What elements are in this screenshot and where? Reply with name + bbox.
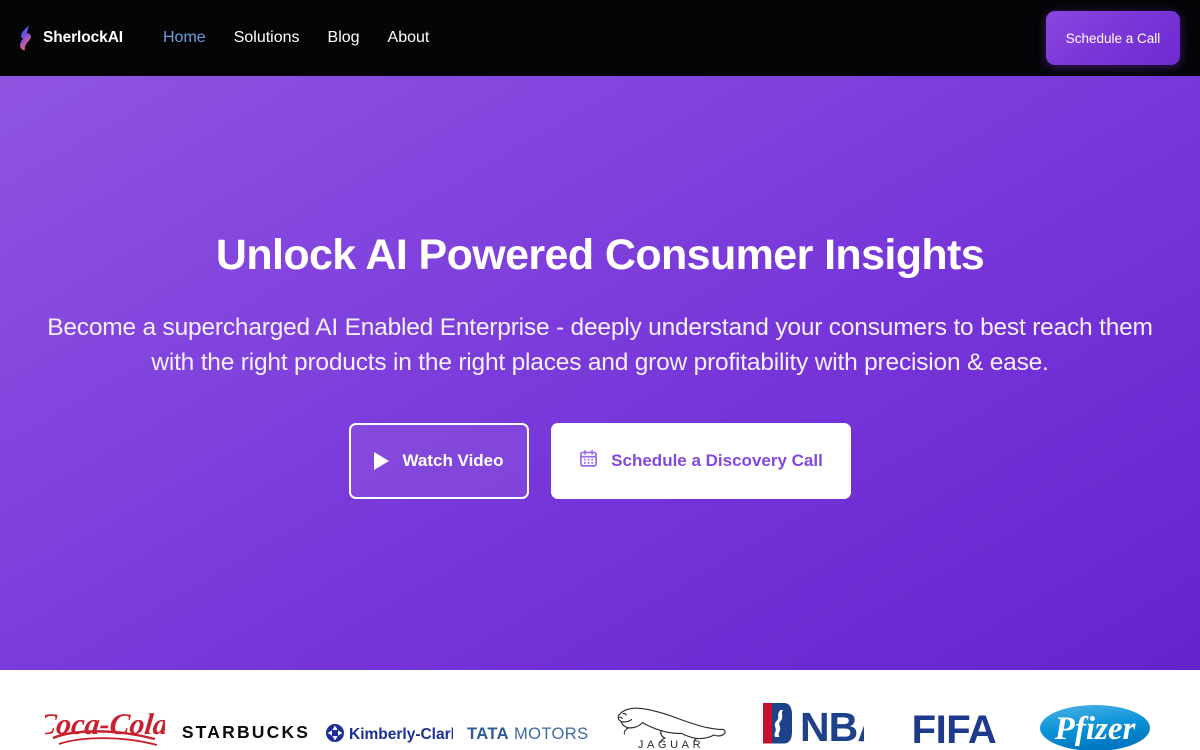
nav-item-blog[interactable]: Blog: [314, 23, 374, 53]
client-logo-tata-motors: TATA MOTORS: [459, 670, 601, 750]
kimberly-clark-logo-icon: Kimberly-Clark: [325, 724, 453, 743]
client-logo-starbucks: STARBUCKS: [176, 670, 318, 750]
brand-name-suffix: AI: [107, 29, 123, 46]
client-logo-pfizer: Pfizer: [1025, 670, 1167, 750]
watch-video-button[interactable]: Watch Video: [349, 423, 529, 500]
svg-text:STARBUCKS: STARBUCKS: [182, 722, 310, 742]
brand-name: SherlockAI: [43, 29, 123, 47]
brand-logo[interactable]: SherlockAI: [14, 25, 123, 51]
schedule-discovery-call-label: Schedule a Discovery Call: [611, 451, 823, 471]
hero-content: Unlock AI Powered Consumer Insights Beco…: [10, 231, 1190, 500]
schedule-discovery-call-button[interactable]: Schedule a Discovery Call: [551, 423, 851, 500]
nav-item-home[interactable]: Home: [149, 23, 220, 53]
coca-cola-logo-icon: Coca-Cola: [45, 707, 165, 746]
svg-text:NBA: NBA: [800, 704, 864, 750]
hero-subtitle: Become a supercharged AI Enabled Enterpr…: [47, 314, 1153, 377]
nav-item-about[interactable]: About: [374, 23, 444, 53]
svg-text:FIFA: FIFA: [911, 708, 996, 750]
brand-name-prefix: Sherlock: [43, 29, 108, 46]
client-logo-strip: Coca-Cola STARBUCKS Kimberly-Clark TATA …: [0, 670, 1200, 750]
client-logo-coca-cola: Coca-Cola: [34, 670, 176, 750]
pfizer-logo-icon: Pfizer: [1040, 705, 1151, 750]
tata-motors-logo-icon: TATA MOTORS: [467, 725, 589, 743]
svg-text:Pfizer: Pfizer: [1054, 711, 1137, 747]
top-navigation-bar: SherlockAI Home Solutions Blog About Sch…: [0, 0, 1200, 76]
primary-nav-links: Home Solutions Blog About: [149, 23, 443, 53]
schedule-a-call-button[interactable]: Schedule a Call: [1046, 11, 1180, 65]
starbucks-logo-icon: STARBUCKS: [182, 722, 310, 742]
client-logo-fifa: FIFA: [883, 670, 1025, 750]
client-logo-kimberly-clark: Kimberly-Clark: [317, 670, 459, 750]
nav-item-solutions[interactable]: Solutions: [220, 23, 314, 53]
sherlock-flame-logo-icon: [18, 25, 34, 51]
nba-logo-icon: NBA: [763, 703, 864, 750]
svg-text:Kimberly-Clark: Kimberly-Clark: [349, 726, 453, 743]
client-logo-nba: NBA: [742, 670, 884, 750]
play-icon: [374, 452, 390, 471]
calendar-icon: [579, 449, 598, 473]
watch-video-label: Watch Video: [402, 451, 504, 471]
client-logo-jaguar: JAGUAR: [600, 670, 742, 750]
hero-title: Unlock AI Powered Consumer Insights: [215, 231, 985, 279]
svg-text:TATA: TATA: [467, 725, 509, 743]
hero-action-buttons: Watch Video Schedule a Discovery Call: [10, 423, 1190, 500]
svg-text:JAGUAR: JAGUAR: [638, 739, 704, 750]
svg-text:MOTORS: MOTORS: [514, 725, 589, 743]
jaguar-logo-icon: JAGUAR: [617, 707, 726, 750]
fifa-logo-icon: FIFA: [911, 708, 996, 750]
hero-section: Unlock AI Powered Consumer Insights Beco…: [0, 76, 1200, 670]
